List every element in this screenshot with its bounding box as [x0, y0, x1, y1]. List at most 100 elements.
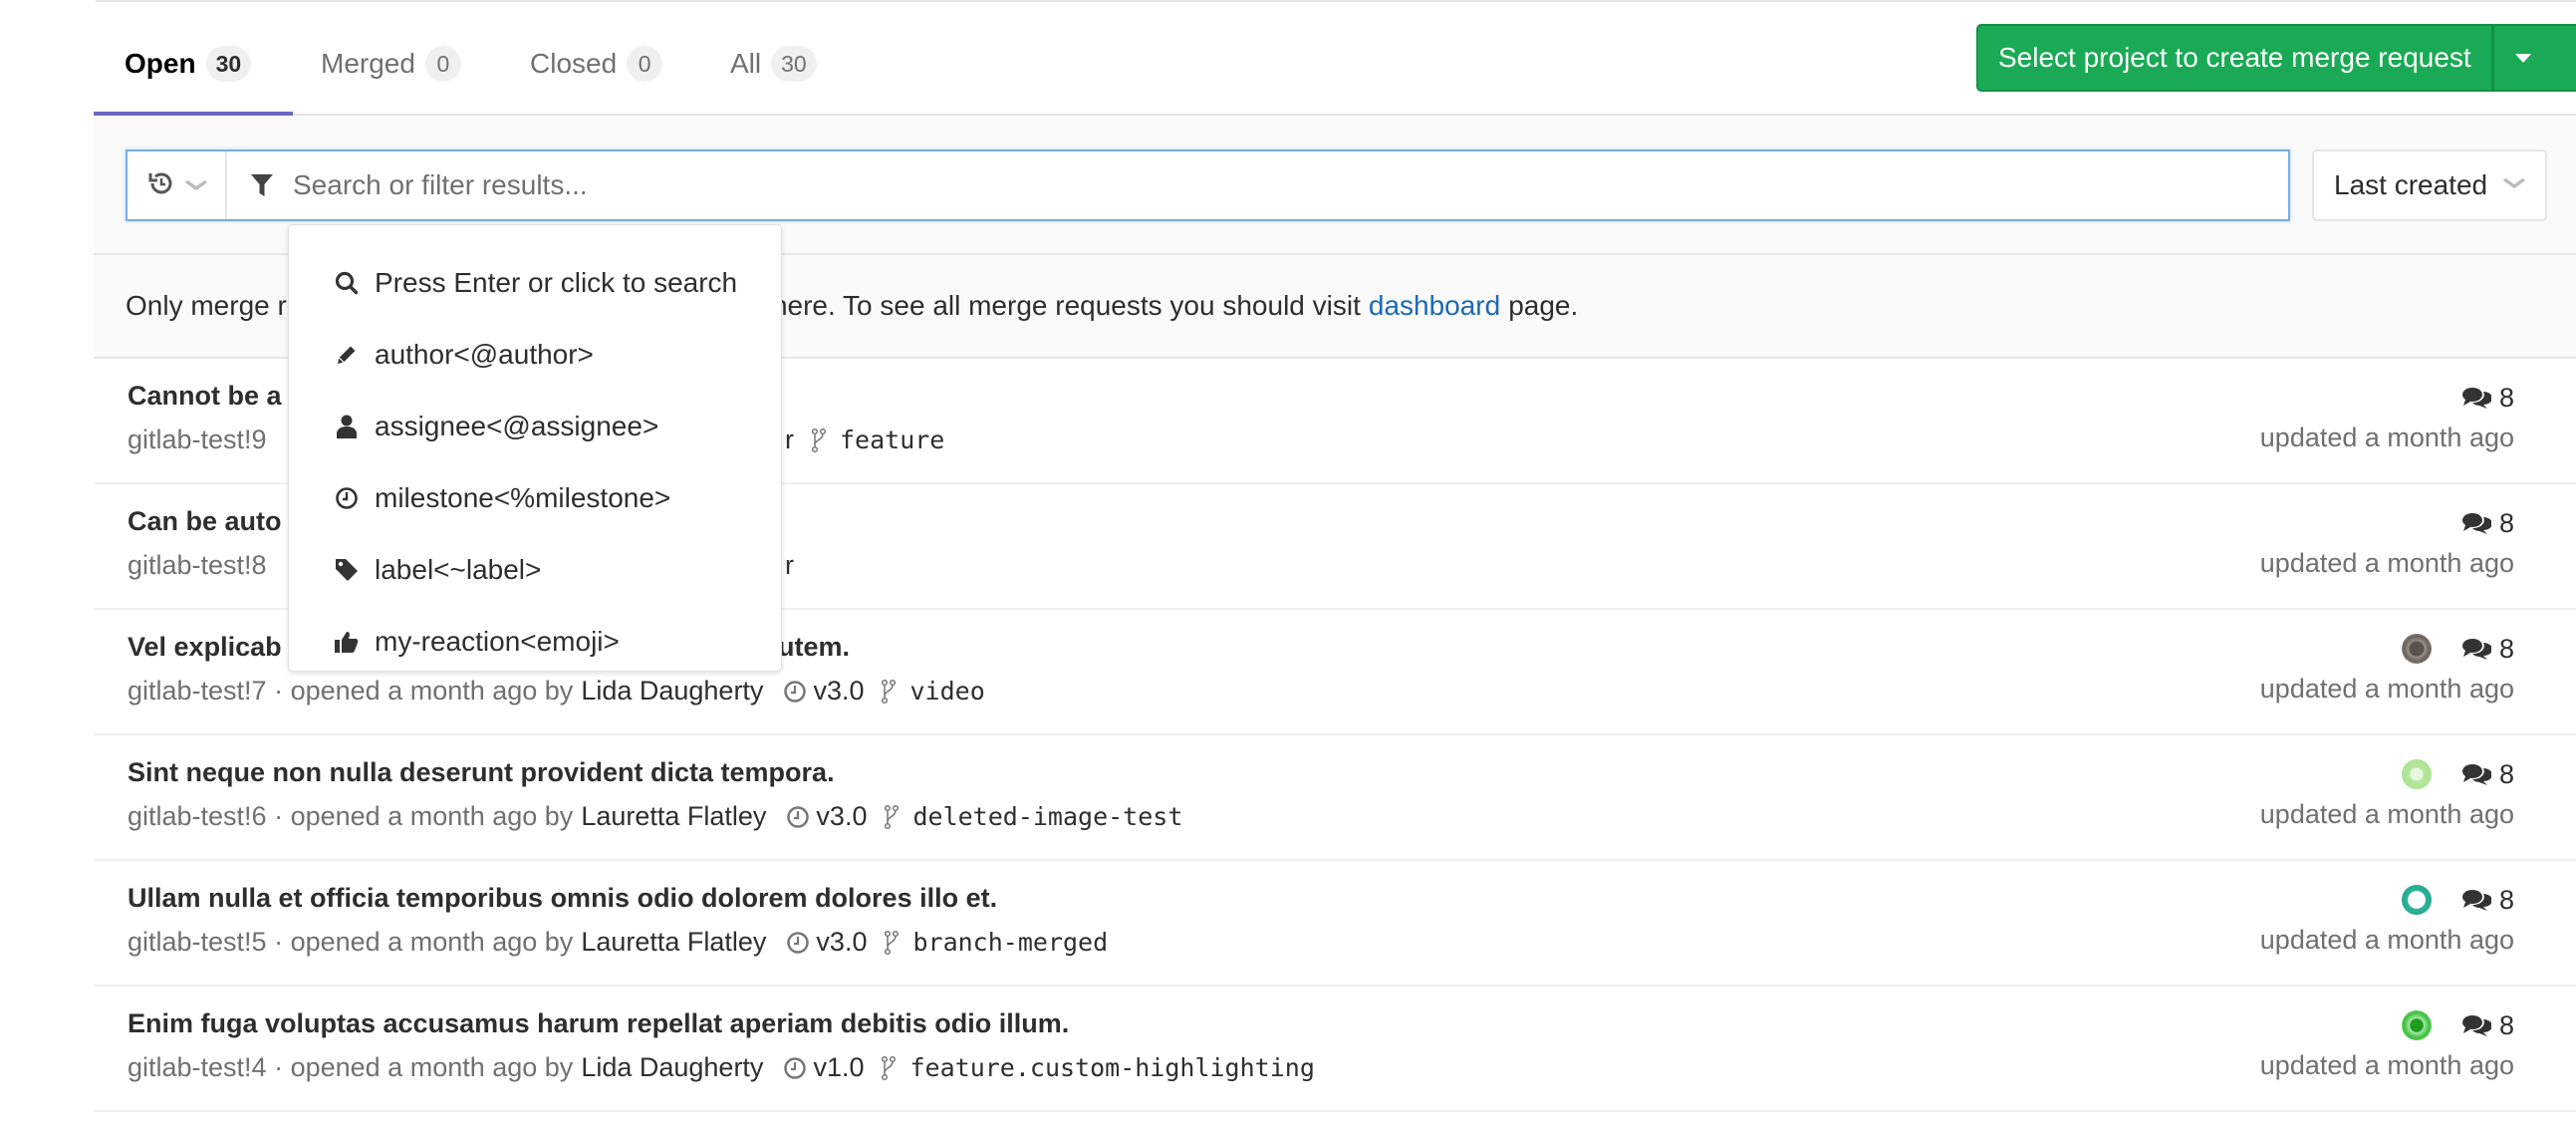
dropdown-item-my-reaction[interactable]: my-reaction<emoji>: [289, 606, 781, 678]
clock-icon: [333, 486, 361, 510]
tab-count-badge: 0: [627, 46, 663, 82]
mr-milestone[interactable]: v3.0: [786, 927, 867, 958]
mr-reference: gitlab-test!7: [128, 676, 267, 706]
mr-milestone[interactable]: v3.0: [783, 676, 864, 707]
tab-label: All: [730, 48, 762, 79]
mr-stats: 8 updated a month ago: [2260, 883, 2514, 956]
mr-title-link[interactable]: Enim fuga voluptas accusamus harum repel…: [128, 1008, 1069, 1039]
comment-count: 8: [2498, 507, 2514, 538]
mr-meta: gitlab-test!5 · opened a month ago by La…: [128, 927, 1108, 958]
comments-icon: [2461, 890, 2491, 911]
dropdown-item-label: my-reaction<emoji>: [375, 626, 620, 657]
branch-icon: [812, 427, 826, 452]
mr-meta: gitlab-test!6 · opened a month ago by La…: [128, 801, 1182, 832]
merge-request-row[interactable]: Sint neque non nulla deserunt provident …: [94, 735, 2576, 861]
branch-name: feature.custom-highlighting: [909, 1053, 1315, 1082]
chevron-down-icon: [2501, 173, 2526, 194]
tab-closed[interactable]: Closed 0: [530, 42, 663, 86]
clock-icon: [784, 680, 807, 703]
tab-open[interactable]: Open 30: [125, 42, 252, 86]
branch-name: video: [909, 677, 985, 706]
mr-meta: gitlab-test!8: [128, 550, 267, 581]
user-icon: [333, 414, 361, 439]
assignee-avatar[interactable]: [2401, 759, 2432, 789]
comments-icon: [2461, 513, 2491, 534]
mr-title-start: Vel explicab: [128, 632, 282, 662]
mr-author-link[interactable]: Lida Daugherty: [581, 676, 763, 707]
search-input[interactable]: [275, 169, 2288, 201]
filter-suggestions-dropdown: Press Enter or click to search author<@a…: [288, 224, 782, 672]
mr-author-link[interactable]: Lida Daugherty: [581, 1052, 763, 1083]
mr-reference: gitlab-test!6: [128, 801, 267, 831]
comments-icon: [2461, 764, 2491, 785]
mr-reference: gitlab-test!9: [128, 425, 267, 454]
recent-searches-toggle[interactable]: [128, 151, 227, 219]
mr-meta-tail: r: [785, 550, 794, 581]
mr-title-end: utem.: [778, 632, 851, 662]
dashboard-link[interactable]: dashboard: [1369, 290, 1500, 322]
branch-icon: [885, 930, 900, 955]
pencil-icon: [333, 343, 361, 367]
mr-updated: updated a month ago: [2259, 674, 2514, 704]
mr-comments[interactable]: 8: [2461, 885, 2514, 916]
mr-author-link[interactable]: Lauretta Flatley: [581, 927, 766, 958]
assignee-avatar[interactable]: [2401, 1010, 2432, 1040]
mr-author-link[interactable]: Lauretta Flatley: [581, 801, 766, 832]
mr-meta: gitlab-test!4 · opened a month ago by Li…: [128, 1052, 1315, 1083]
comment-count: 8: [2498, 884, 2514, 915]
mr-stats: 8 updated a month ago: [2260, 1008, 2514, 1081]
merge-request-row[interactable]: Ullam nulla et officia temporibus omnis …: [94, 861, 2576, 987]
mr-title-link[interactable]: Cannot be a: [128, 381, 282, 412]
dropdown-item-label: author<@author>: [375, 339, 594, 370]
sort-dropdown[interactable]: Last created: [2312, 149, 2547, 221]
mr-reference: gitlab-test!8: [128, 550, 267, 580]
mr-comments[interactable]: 8: [2461, 759, 2514, 790]
mr-target-branch: feature.custom-highlighting: [882, 1053, 1315, 1082]
clock-icon: [787, 931, 810, 954]
mr-target-branch: branch-merged: [885, 928, 1108, 957]
tab-count-badge: 30: [771, 46, 817, 82]
merge-request-row[interactable]: Enim fuga voluptas accusamus harum repel…: [94, 987, 2576, 1112]
mr-title-link[interactable]: Can be auto: [128, 506, 282, 537]
tab-label: Open: [125, 48, 196, 79]
mr-title-link[interactable]: Vel explicab: [128, 632, 282, 663]
notice-suffix: page.: [1508, 290, 1579, 321]
history-icon: [147, 169, 175, 202]
tab-all[interactable]: All 30: [730, 42, 817, 86]
comments-icon: [2461, 1015, 2491, 1036]
mr-meta: gitlab-test!7 · opened a month ago by Li…: [128, 676, 985, 707]
tab-count-badge: 30: [205, 46, 252, 82]
create-merge-request-split-button: Select project to create merge request: [1976, 24, 2576, 92]
assignee-avatar[interactable]: [2401, 634, 2432, 664]
create-dropdown-toggle[interactable]: [2494, 26, 2552, 90]
mr-reference: gitlab-test!5: [128, 927, 267, 957]
select-project-button[interactable]: Select project to create merge request: [1978, 26, 2494, 90]
assignee-avatar[interactable]: [2401, 885, 2432, 915]
dropdown-item-search[interactable]: Press Enter or click to search: [289, 247, 781, 319]
tag-icon: [333, 557, 361, 583]
dropdown-item-label: label<~label>: [375, 554, 542, 585]
mr-comments[interactable]: 8: [2461, 1010, 2514, 1041]
mr-updated: updated a month ago: [2259, 799, 2514, 829]
comment-count: 8: [2498, 633, 2514, 664]
dropdown-item-assignee[interactable]: assignee<@assignee>: [289, 391, 781, 462]
mr-title-link[interactable]: Sint neque non nulla deserunt provident …: [128, 757, 835, 788]
mr-title-link[interactable]: Ullam nulla et officia temporibus omnis …: [128, 883, 997, 914]
branch-name: feature: [840, 426, 945, 454]
branch-icon: [885, 804, 900, 829]
mr-comments[interactable]: 8: [2461, 634, 2514, 665]
tab-merged[interactable]: Merged 0: [321, 42, 461, 86]
dropdown-item-label[interactable]: label<~label>: [289, 534, 781, 606]
clock-icon: [784, 1056, 807, 1079]
dropdown-item-milestone[interactable]: milestone<%milestone>: [289, 462, 781, 534]
mr-meta: gitlab-test!9: [128, 425, 267, 455]
mr-comments[interactable]: 8: [2461, 383, 2514, 414]
mr-milestone[interactable]: v3.0: [786, 801, 867, 832]
mr-comments[interactable]: 8: [2461, 508, 2514, 539]
branch-name: branch-merged: [912, 928, 1109, 957]
comment-count: 8: [2498, 382, 2514, 413]
thumbs-up-icon: [333, 630, 361, 654]
mr-milestone[interactable]: v1.0: [783, 1052, 864, 1083]
dropdown-item-author[interactable]: author<@author>: [289, 319, 781, 391]
mr-opened: · opened a month ago by: [274, 1052, 574, 1082]
